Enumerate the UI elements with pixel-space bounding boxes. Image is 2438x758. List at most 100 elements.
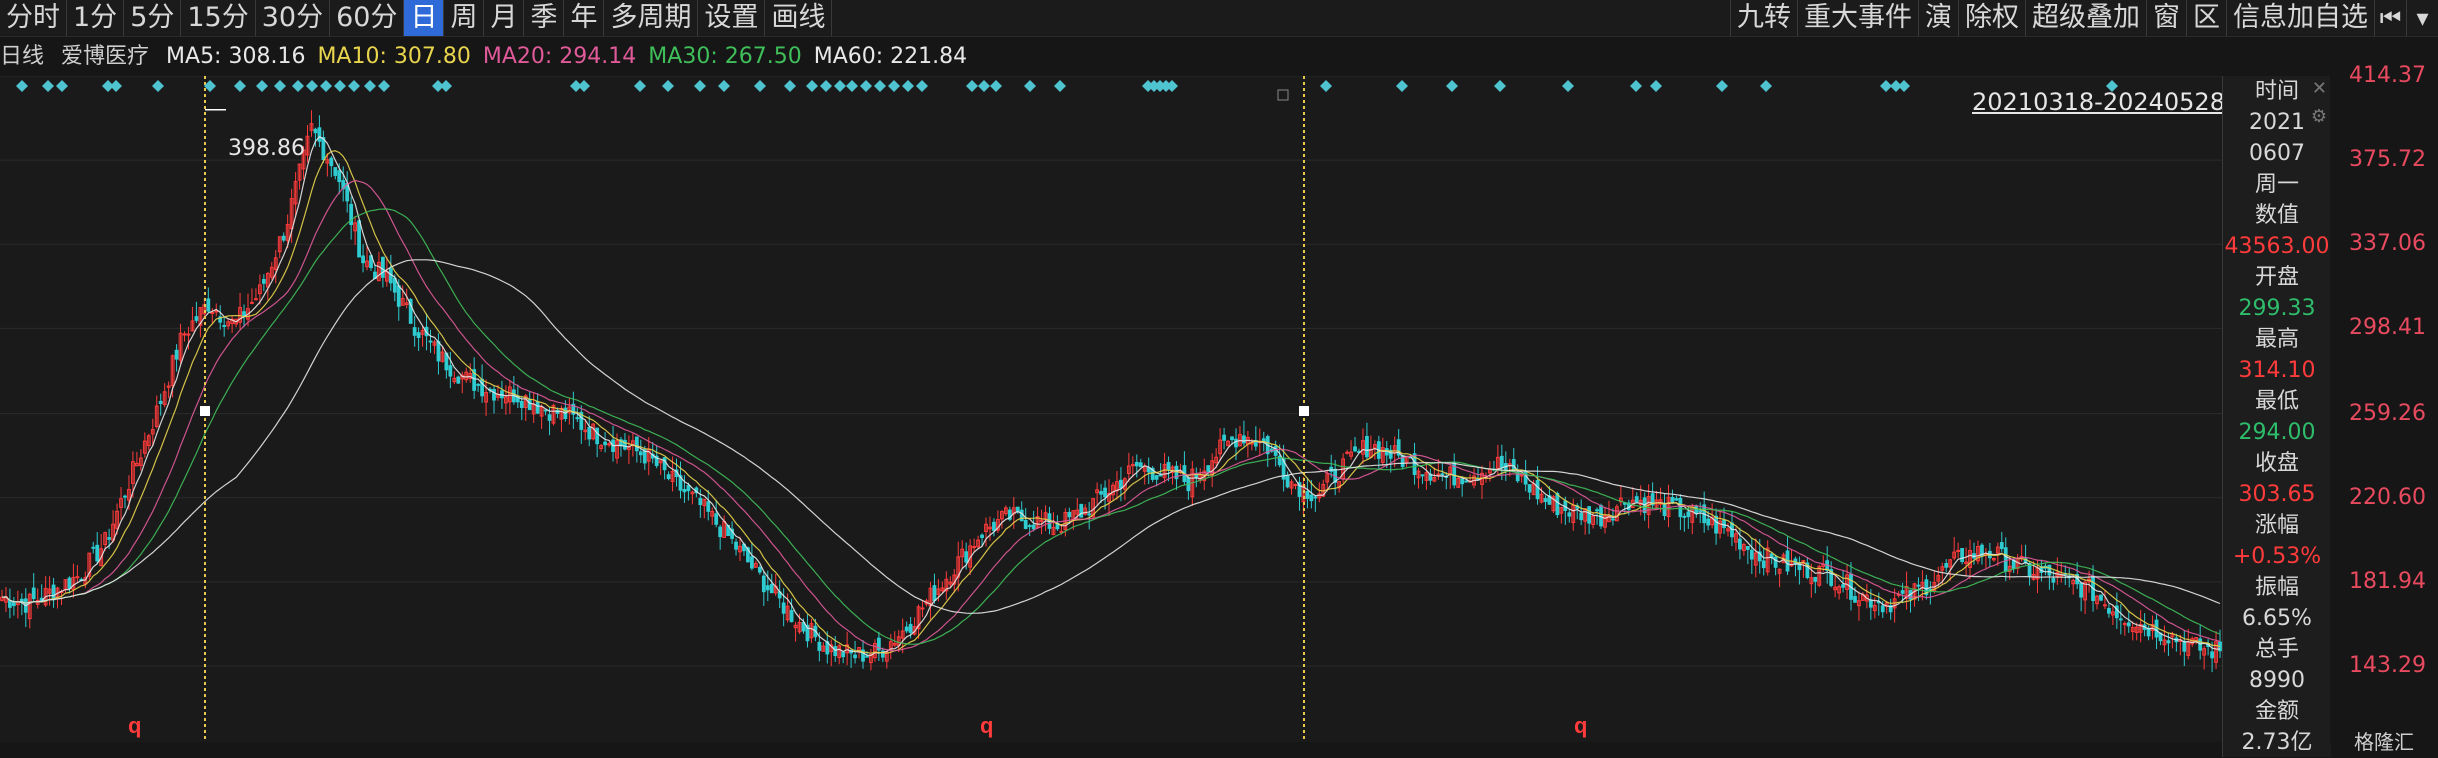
- period-tab[interactable]: 画线: [765, 0, 833, 36]
- candle-body: [750, 556, 754, 569]
- event-diamond: [274, 80, 286, 92]
- candle-body: [448, 365, 453, 377]
- period-tabs: 分时 1分 5分 15分 30分 60分日周月季年多周期 设置 画线: [0, 0, 833, 36]
- candle-body: [436, 341, 441, 362]
- event-diamond: [1054, 80, 1066, 92]
- candle-body: [174, 349, 179, 360]
- candle-body: [1595, 509, 1599, 512]
- period-tab[interactable]: 多周期: [604, 0, 699, 36]
- toolbar-button[interactable]: 九转: [1730, 0, 1797, 36]
- candle-body: [1285, 474, 1290, 488]
- period-tab[interactable]: 5分: [124, 0, 182, 36]
- ma-value: MA5: 308.16: [166, 44, 306, 69]
- event-diamond: [1562, 80, 1574, 92]
- candle-body: [543, 409, 548, 412]
- period-tab[interactable]: 周: [444, 0, 485, 36]
- period-tab[interactable]: 1分: [67, 0, 125, 36]
- candle-body: [932, 585, 937, 602]
- candle-body: [2099, 594, 2103, 601]
- candle-body: [1067, 511, 1072, 518]
- period-tab[interactable]: 月: [484, 0, 525, 36]
- toolbar: 分时 1分 5分 15分 30分 60分日周月季年多周期 设置 画线 九转 重大事件演除权 超级叠…: [0, 0, 2438, 37]
- candle-body: [607, 443, 611, 446]
- candle-body: [2210, 651, 2214, 659]
- toolbar-button[interactable]: 演: [1918, 0, 1958, 36]
- candle-body: [1460, 478, 1465, 485]
- candle-body: [2051, 577, 2056, 583]
- toolbar-button[interactable]: 区: [2186, 0, 2226, 36]
- event-diamond: [860, 80, 872, 92]
- candle-body: [2103, 604, 2107, 607]
- dropdown-icon[interactable]: ▾: [2406, 0, 2438, 36]
- marker-handle: [200, 406, 210, 416]
- candle-body: [1749, 549, 1754, 560]
- period-tab[interactable]: 日: [404, 0, 445, 36]
- candle-body: [595, 427, 600, 445]
- candle-body: [2166, 640, 2171, 644]
- event-diamond: [1024, 80, 1036, 92]
- period-tab[interactable]: 年: [564, 0, 605, 36]
- period-tab[interactable]: 分时: [0, 0, 67, 36]
- q-marker[interactable]: q: [1574, 713, 1587, 739]
- candle-body: [1686, 511, 1691, 518]
- period-tab[interactable]: 30分: [256, 0, 331, 36]
- candle-body: [1900, 590, 1905, 594]
- candle-body: [1103, 487, 1107, 498]
- candle-body: [1535, 480, 1540, 500]
- price-tick: 143.29: [2349, 653, 2426, 678]
- candle-body: [587, 427, 592, 440]
- close-icon: [1277, 89, 1289, 101]
- q-marker[interactable]: q: [980, 713, 993, 739]
- toolbar-button[interactable]: 重大事件: [1797, 0, 1918, 36]
- event-diamond: [1494, 80, 1506, 92]
- candle-body: [527, 398, 532, 411]
- candle-body: [718, 526, 723, 538]
- candle-body: [1194, 474, 1199, 478]
- toolbar-button[interactable]: 窗: [2146, 0, 2186, 36]
- ma20-line: [1, 179, 2221, 652]
- ma5-line: [1, 135, 2221, 657]
- ma30-line: [1, 208, 2221, 645]
- kline-svg[interactable]: [0, 76, 2222, 742]
- candle-body: [250, 301, 254, 304]
- event-diamond: [110, 80, 122, 92]
- candle-body: [853, 654, 857, 659]
- info-row: 涨幅: [2254, 513, 2299, 538]
- skip-start-icon[interactable]: ⏮: [2374, 0, 2406, 36]
- event-diamond: [1898, 80, 1910, 92]
- period-tab[interactable]: 15分: [181, 0, 256, 36]
- toolbar-button[interactable]: 信息加自选: [2226, 0, 2374, 36]
- price-tick: 414.37: [2349, 63, 2426, 88]
- q-marker[interactable]: q: [128, 713, 141, 739]
- price-tick: 337.06: [2349, 231, 2426, 257]
- candle-body: [1440, 473, 1445, 476]
- candle-body: [492, 388, 496, 401]
- candle-body: [841, 651, 846, 658]
- candle-body: [1587, 506, 1592, 524]
- candle-body: [1773, 556, 1778, 568]
- toolbar-button[interactable]: 除权: [1958, 0, 2025, 36]
- candle-body: [765, 585, 770, 591]
- info-panel: ✕ ⚙ 时间 2021 0607 周一 数值 43563.00 开盘 299.33 最高 314.…: [2222, 76, 2331, 757]
- candle-body: [1519, 474, 1524, 477]
- event-diamond: [1630, 80, 1642, 92]
- date-range-label[interactable]: 20210318-20240528: [1972, 88, 2225, 116]
- candle-body: [1662, 504, 1667, 516]
- candle-body: [1674, 498, 1679, 501]
- candle-body: [1365, 435, 1369, 458]
- close-icon[interactable]: ✕: [2312, 78, 2327, 99]
- period-tab[interactable]: 60分: [330, 0, 405, 36]
- period-tab[interactable]: 设置: [698, 0, 766, 36]
- ma10-line: [1, 150, 2221, 654]
- candle-body: [603, 441, 607, 446]
- event-diamond: [1446, 80, 1458, 92]
- candle-body: [1714, 515, 1718, 534]
- period-tab[interactable]: 季: [524, 0, 565, 36]
- toolbar-button[interactable]: 超级叠加: [2025, 0, 2146, 36]
- candle-body: [1527, 484, 1532, 493]
- candle-body: [1138, 462, 1143, 468]
- candle-body: [1611, 518, 1615, 521]
- kline-chart[interactable]: [0, 76, 2222, 742]
- gear-icon[interactable]: ⚙: [2311, 106, 2327, 127]
- info-row: 数值: [2254, 203, 2299, 228]
